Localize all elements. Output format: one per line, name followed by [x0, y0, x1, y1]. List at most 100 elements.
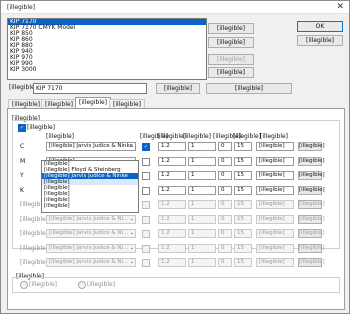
title-bar: [illegible] ✕ — [1, 1, 349, 14]
device-listbox[interactable]: KIP 7170 KIP 7170 CMYK Model KIP 850 KIP 86… — [7, 18, 207, 80]
value-2-input[interactable]: 1 — [188, 200, 216, 209]
value-1-input[interactable]: 1.2 — [158, 229, 186, 238]
value-2-input[interactable]: 1 — [188, 243, 216, 253]
mode-field[interactable]: [illegible] — [256, 142, 294, 151]
row-checkbox[interactable] — [142, 201, 150, 209]
value-3-input[interactable]: 0 — [218, 214, 232, 224]
value-2-input[interactable]: 1 — [188, 142, 216, 151]
row-action-button[interactable]: [illegible] — [298, 156, 325, 166]
row-checkbox[interactable] — [142, 172, 150, 180]
value-3-input[interactable]: 0 — [218, 142, 232, 151]
ok-button[interactable]: OK — [297, 21, 343, 32]
column-algorithm: [illegible] — [46, 133, 75, 140]
row-action-button[interactable]: [illegible] — [298, 185, 325, 195]
value-3-input[interactable]: 0 — [218, 185, 232, 195]
mode-field[interactable]: [illegible] — [256, 171, 294, 180]
row-label: [illegible] — [20, 259, 49, 266]
value-3-input[interactable]: 0 — [218, 229, 232, 238]
value-1-input[interactable]: 1.2 — [158, 185, 186, 195]
chevron-down-icon: ⌄ — [129, 215, 134, 222]
row-label: C — [20, 143, 25, 150]
value-3-input[interactable]: 0 — [218, 156, 232, 166]
algorithm-select[interactable]: [illegible] Jarvis Judice & Ni...⌄ — [46, 243, 136, 253]
algorithm-dropdown-list[interactable]: [illegible] [illegible] Floyd & Steinberg… — [41, 160, 139, 213]
value-4-input[interactable]: 15 — [234, 142, 252, 151]
mode-field[interactable]: [illegible] — [256, 243, 294, 253]
value-4-input[interactable]: 15 — [234, 243, 252, 253]
row-action-button[interactable]: [illegible] — [298, 229, 325, 238]
value-3-input[interactable]: 0 — [218, 171, 232, 180]
value-1-input[interactable]: 1.2 — [158, 258, 186, 267]
algorithm-select-value: [illegible] Jarvis Judice & Ni... — [49, 215, 129, 222]
row-action-button[interactable]: [illegible] — [298, 258, 325, 267]
algorithm-select[interactable]: [illegible] Jarvis Judice & Ninke ⌄ — [46, 142, 136, 151]
value-4-input[interactable]: 15 — [234, 214, 252, 224]
mode-field[interactable]: [illegible] — [256, 156, 294, 166]
window-title: [illegible] — [7, 4, 36, 11]
algorithm-select[interactable]: [illegible] Jarvis Judice & Ni...⌄ — [46, 229, 136, 238]
row-action-button[interactable]: [illegible] — [298, 171, 325, 180]
value-1-input[interactable]: 1.2 — [158, 243, 186, 253]
value-1-input[interactable]: 1.2 — [158, 200, 186, 209]
name-input[interactable]: KIP 7170 — [33, 83, 147, 94]
value-4-input[interactable]: 15 — [234, 258, 252, 267]
value-4-input[interactable]: 15 — [234, 229, 252, 238]
load-settings-button[interactable]: [illegible] — [156, 83, 200, 94]
value-4-input[interactable]: 15 — [234, 200, 252, 209]
value-2-input[interactable]: 1 — [188, 171, 216, 180]
row-checkbox[interactable]: ✓ — [142, 143, 150, 151]
value-3-input[interactable]: 0 — [218, 243, 232, 253]
row-action-button[interactable]: [illegible] — [298, 243, 325, 253]
algorithm-select[interactable]: [illegible] Jarvis Judice & Ni...⌄ — [46, 214, 136, 224]
row-checkbox[interactable] — [142, 244, 150, 253]
value-1-input[interactable]: 1.2 — [158, 142, 186, 151]
value-2-input[interactable]: 1 — [188, 258, 216, 267]
device-info-refresh-button[interactable]: [illegible] — [206, 83, 292, 94]
bottom-option-1-radio[interactable] — [20, 281, 28, 289]
value-2-input[interactable]: 1 — [188, 185, 216, 195]
value-1-input[interactable]: 1.2 — [158, 171, 186, 180]
value-2-input[interactable]: 1 — [188, 214, 216, 224]
close-icon[interactable]: ✕ — [336, 2, 344, 12]
value-1-input[interactable]: 1.2 — [158, 214, 186, 224]
row-label: K — [20, 186, 24, 194]
mode-field[interactable]: [illegible] — [256, 258, 294, 267]
row-label: Y — [20, 172, 24, 179]
value-3-input[interactable]: 0 — [218, 258, 232, 267]
value-2-input[interactable]: 1 — [188, 156, 216, 166]
chevron-down-icon: ⌄ — [129, 143, 134, 149]
value-3-input[interactable]: 0 — [218, 200, 232, 209]
value-4-input[interactable]: 15 — [234, 185, 252, 195]
move-down-button[interactable]: [illegible] — [208, 67, 254, 78]
value-2-input[interactable]: 1 — [188, 229, 216, 238]
dropdown-option[interactable]: [illegible] — [42, 203, 138, 209]
algorithm-select-value: [illegible] Jarvis Judice & Ni... — [49, 230, 129, 236]
dialog-window: [illegible] ✕ KIP 7170 KIP 7170 CMYK Mode… — [0, 0, 350, 314]
move-up-button[interactable]: [illegible] — [208, 54, 254, 65]
chevron-down-icon: ⌄ — [129, 244, 134, 251]
row-checkbox[interactable] — [142, 215, 150, 224]
row-checkbox[interactable] — [142, 259, 150, 267]
row-action-button[interactable]: [illegible] — [298, 200, 325, 209]
column-3: [illegible] — [158, 133, 187, 140]
bottom-option-1-label: [illegible] — [29, 281, 58, 288]
row-checkbox[interactable] — [142, 186, 150, 195]
value-4-input[interactable]: 15 — [234, 156, 252, 166]
mode-field[interactable]: [illegible] — [256, 214, 294, 224]
row-action-button[interactable]: [illegible] — [298, 142, 325, 151]
mode-field[interactable]: [illegible] — [256, 185, 294, 195]
row-checkbox[interactable] — [142, 157, 150, 166]
value-4-input[interactable]: 15 — [234, 171, 252, 180]
row-action-button[interactable]: [illegible] — [298, 214, 325, 224]
cancel-button[interactable]: [illegible] — [297, 35, 343, 46]
bottom-group — [12, 277, 340, 293]
mode-field[interactable]: [illegible] — [256, 200, 294, 209]
row-checkbox[interactable] — [142, 230, 150, 238]
delete-button[interactable]: [illegible] — [208, 37, 254, 48]
device-list-item[interactable]: KIP 3000 — [8, 67, 206, 73]
add-button[interactable]: [illegible] — [208, 23, 254, 34]
mode-field[interactable]: [illegible] — [256, 229, 294, 238]
value-1-input[interactable]: 1.2 — [158, 156, 186, 166]
algorithm-select[interactable]: [illegible] Jarvis Judice & Ni...⌄ — [46, 258, 136, 267]
bottom-option-2-radio[interactable] — [78, 281, 86, 289]
